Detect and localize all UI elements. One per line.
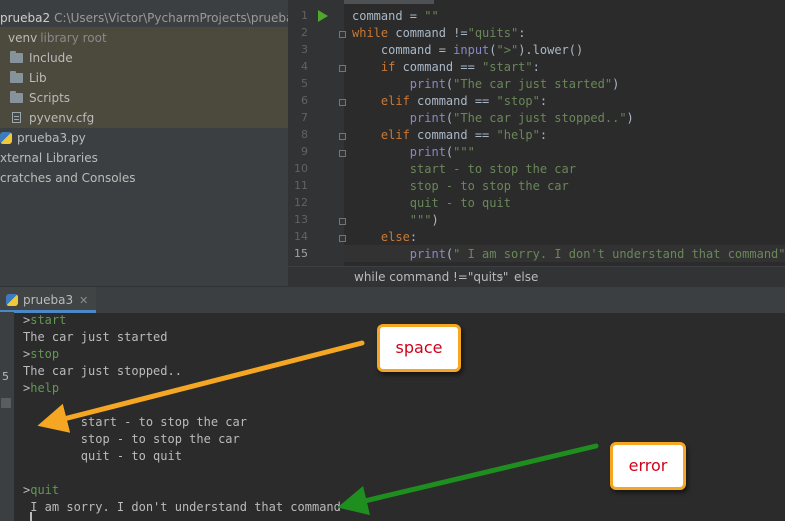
run-tab-prueba3[interactable]: prueba3 ✕ — [0, 287, 97, 313]
code-line: command = input(">").lower() — [352, 43, 584, 57]
run-tab-label: prueba3 — [23, 293, 74, 307]
scripts-label: Scripts — [29, 91, 71, 105]
external-libraries-label: xternal Libraries — [0, 151, 98, 165]
run-side-toolbar: 5 — [0, 312, 14, 521]
error-annotation-label: error — [628, 456, 668, 475]
tree-item-venv[interactable]: venv library root — [8, 28, 107, 48]
include-label: Include — [29, 51, 73, 65]
line-number: 14 — [294, 230, 308, 243]
breadcrumb-else[interactable]: else — [514, 267, 538, 287]
tree-item-include[interactable]: Include — [10, 48, 73, 68]
console-output-line: The car just started — [23, 330, 168, 344]
tree-root-prueba2[interactable]: prueba2 C:\Users\Victor\PycharmProjects\p… — [0, 8, 301, 28]
code-line: print("The car just stopped..") — [409, 111, 634, 125]
file-icon — [12, 112, 21, 123]
folder-icon — [10, 51, 23, 63]
cfg-label: pyvenv.cfg — [29, 111, 95, 125]
line-number: 13 — [294, 213, 308, 226]
root-name: prueba2 — [0, 11, 51, 25]
close-icon[interactable]: ✕ — [79, 294, 88, 307]
python-file-icon — [6, 294, 18, 306]
line-number: 2 — [301, 26, 308, 39]
code-line: if command == "start": — [380, 60, 540, 74]
code-line: start - to stop the car — [352, 162, 576, 176]
breadcrumb-while[interactable]: while command !="quits" — [354, 267, 508, 287]
line-number: 5 — [301, 77, 308, 90]
code-line: print(" I am sorry. I don't understand t… — [409, 247, 785, 261]
code-line: else: — [380, 230, 418, 244]
line-number: 9 — [301, 145, 308, 158]
tree-item-scripts[interactable]: Scripts — [10, 88, 70, 108]
error-annotation: error — [610, 442, 686, 490]
tree-item-scratches[interactable]: cratches and Consoles — [0, 168, 136, 188]
console-output-line: I am sorry. I don't understand that comm… — [23, 500, 341, 514]
code-line: """) — [409, 213, 439, 227]
python-file-icon — [0, 132, 12, 144]
code-line: print(""" — [409, 145, 475, 159]
breadcrumb: while command !="quits" › else — [288, 266, 785, 287]
space-annotation: space — [377, 324, 461, 372]
code-editor[interactable]: command = "" while command !="quits": co… — [344, 0, 785, 266]
console-input-line: >help — [23, 381, 59, 395]
venv-label: venv — [8, 31, 38, 45]
code-line: elif command == "stop": — [380, 94, 548, 108]
console-input: start — [30, 313, 67, 327]
code-line: stop - to stop the car — [352, 179, 569, 193]
root-path: C:\Users\Victor\PycharmProjects\prueba2 — [54, 11, 301, 25]
tree-item-pyvenv-cfg[interactable]: pyvenv.cfg — [12, 108, 94, 128]
run-icon[interactable] — [318, 10, 328, 22]
folder-icon — [10, 91, 23, 103]
console-output-line: start - to stop the car — [23, 415, 247, 429]
venv-note: library root — [40, 31, 107, 45]
run-toolbar: prueba3 ✕ — [0, 286, 785, 314]
line-number: 1 — [301, 9, 308, 22]
tree-item-prueba3-py[interactable]: prueba3.py — [0, 128, 86, 148]
console-output-line: stop - to stop the car — [23, 432, 240, 446]
line-number-current: 15 — [294, 247, 308, 260]
lib-label: Lib — [29, 71, 47, 85]
line-number: 11 — [294, 179, 308, 192]
line-number: 6 — [301, 94, 308, 107]
line-number: 8 — [301, 128, 308, 141]
code-line: print("The car just started") — [409, 77, 620, 91]
console-output-line: The car just stopped.. — [23, 364, 182, 378]
script-label: prueba3.py — [17, 131, 86, 145]
line-number: 10 — [294, 162, 308, 175]
space-annotation-label: space — [395, 338, 443, 357]
console-input-line: >quit — [23, 483, 59, 497]
console-input-line: >start — [23, 313, 66, 327]
line-number: 3 — [301, 43, 308, 56]
console-input: stop — [30, 347, 60, 361]
tree-item-lib[interactable]: Lib — [10, 68, 47, 88]
side-glyph[interactable]: 5 — [2, 370, 9, 383]
line-number: 7 — [301, 111, 308, 124]
line-number: 12 — [294, 196, 308, 209]
code-line: command = "" — [352, 9, 439, 23]
scratches-label: cratches and Consoles — [0, 171, 136, 185]
console-output-line: quit - to quit — [23, 449, 182, 463]
project-tree: prueba2 C:\Users\Victor\PycharmProjects\p… — [0, 0, 301, 286]
console-input: help — [30, 381, 60, 395]
line-number: 4 — [301, 60, 308, 73]
side-button[interactable] — [1, 398, 11, 408]
console-caret — [30, 512, 32, 521]
code-line: elif command == "help": — [380, 128, 548, 142]
code-line: while command !="quits": — [352, 26, 526, 40]
folder-icon — [10, 71, 23, 83]
tree-item-external-libraries[interactable]: xternal Libraries — [0, 148, 98, 168]
console-input-line: >stop — [23, 347, 59, 361]
breadcrumb-separator: › — [499, 270, 504, 284]
code-line: quit - to quit — [352, 196, 511, 210]
editor-gutter: 1 2 3 4 5 6 7 8 9 10 11 12 13 14 15 — [288, 0, 344, 266]
console-input: quit — [30, 483, 60, 497]
